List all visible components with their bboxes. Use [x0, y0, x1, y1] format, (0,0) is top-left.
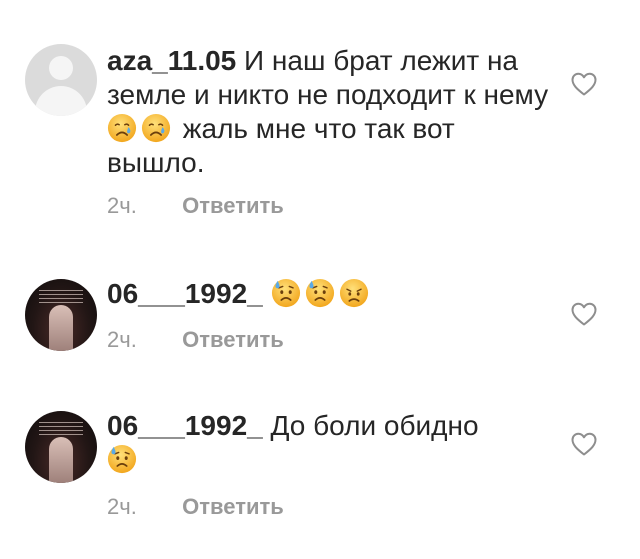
sad-but-relieved-face-icon: [107, 444, 137, 474]
comment-time-1: 2ч.: [107, 193, 137, 218]
heart-outline-icon[interactable]: [570, 301, 598, 327]
crying-face-icon: [141, 113, 171, 143]
reply-button-1[interactable]: Ответить: [182, 193, 284, 218]
comment-time-2: 2ч.: [107, 327, 137, 352]
comment-username-2[interactable]: 06___1992_: [107, 278, 263, 309]
reply-button-3[interactable]: Ответить: [182, 494, 284, 519]
default-avatar-icon[interactable]: [25, 44, 97, 116]
comment-username-1[interactable]: aza_11.05: [107, 45, 236, 76]
sad-but-relieved-face-icon: [271, 278, 301, 308]
comment-body-3: До боли обидно: [270, 410, 479, 441]
crying-face-icon: [107, 113, 137, 143]
comment-meta-3: 2ч. Ответить: [107, 494, 284, 520]
sad-but-relieved-face-icon: [305, 278, 335, 308]
comment-time-3: 2ч.: [107, 494, 137, 519]
comment-text-1: aza_11.05 И наш брат лежит на земле и ни…: [107, 44, 557, 180]
comment-text-2: 06___1992_: [107, 277, 557, 311]
comment-meta-1: 2ч. Ответить: [107, 193, 284, 219]
comment-text-3: 06___1992_ До боли обидно: [107, 409, 557, 477]
reply-button-2[interactable]: Ответить: [182, 327, 284, 352]
heart-outline-icon[interactable]: [570, 71, 598, 97]
avatar[interactable]: [25, 411, 97, 483]
heart-outline-icon[interactable]: [570, 431, 598, 457]
disappointed-face-icon: [339, 278, 369, 308]
comment-username-3[interactable]: 06___1992_: [107, 410, 263, 441]
comment-meta-2: 2ч. Ответить: [107, 327, 284, 353]
avatar[interactable]: [25, 279, 97, 351]
